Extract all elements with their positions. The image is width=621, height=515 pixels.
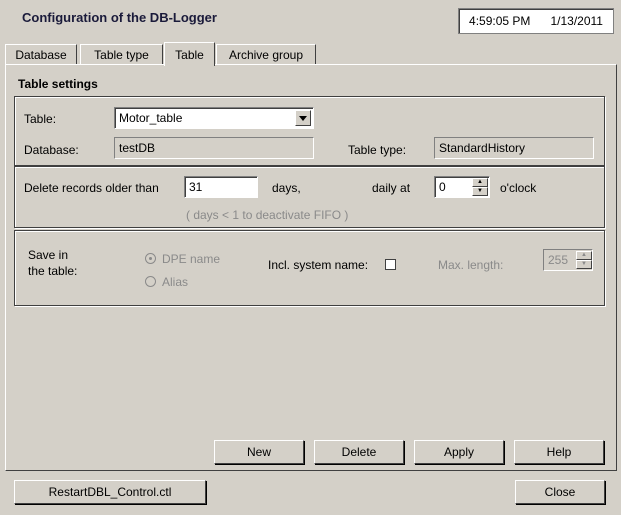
- dpe-name-radio[interactable]: [145, 253, 156, 264]
- fifo-hint: ( days < 1 to deactivate FIFO ): [186, 208, 349, 222]
- stepper-down-icon[interactable]: ▼: [472, 187, 488, 196]
- delete-older-label: Delete records older than: [24, 181, 159, 195]
- help-button[interactable]: Help: [514, 440, 604, 464]
- database-value: testDB: [114, 137, 314, 159]
- new-button[interactable]: New: [214, 440, 304, 464]
- tab-database[interactable]: Database: [5, 44, 77, 64]
- apply-button[interactable]: Apply: [414, 440, 504, 464]
- max-length-stepper[interactable]: ▲ ▼: [576, 251, 592, 269]
- tab-table[interactable]: Table: [164, 42, 215, 66]
- table-select-value: Motor_table: [119, 111, 183, 125]
- chevron-down-icon[interactable]: [295, 110, 311, 126]
- days-label: days,: [272, 181, 301, 195]
- stepper-up-icon[interactable]: ▲: [576, 251, 592, 260]
- hour-value: 0: [439, 180, 446, 194]
- days-input[interactable]: 31: [184, 176, 258, 198]
- close-button[interactable]: Close: [515, 480, 605, 504]
- group-title: Table settings: [18, 77, 98, 91]
- tab-database-label: Database: [15, 47, 67, 62]
- max-length-label: Max. length:: [438, 258, 504, 272]
- delete-button[interactable]: Delete: [314, 440, 404, 464]
- tab-table-label: Table: [175, 47, 204, 62]
- restart-button[interactable]: RestartDBL_Control.ctl: [14, 480, 206, 504]
- max-length-value: 255: [548, 253, 569, 267]
- tab-archive-group-label: Archive group: [228, 47, 304, 62]
- daily-at-label: daily at: [372, 181, 411, 195]
- tab-archive-group[interactable]: Archive group: [216, 44, 316, 64]
- stepper-up-icon[interactable]: ▲: [472, 178, 488, 187]
- stepper-down-icon[interactable]: ▼: [576, 260, 592, 269]
- hour-stepper[interactable]: ▲ ▼: [472, 178, 488, 196]
- clock-display: 4:59:05 PM 1/13/2011: [458, 8, 614, 34]
- database-label: Database:: [24, 143, 79, 157]
- table-label: Table:: [24, 112, 57, 126]
- tab-table-type[interactable]: Table type: [80, 44, 163, 64]
- alias-radio[interactable]: [145, 276, 156, 287]
- window-title: Configuration of the DB-Logger: [22, 10, 217, 25]
- table-type-label: Table type:: [348, 143, 407, 157]
- save-in-label: Save in: [28, 248, 69, 262]
- alias-label: Alias: [162, 275, 189, 289]
- clock-time: 4:59:05 PM: [469, 14, 531, 28]
- save-in-table-label: the table:: [28, 264, 78, 278]
- incl-system-label: Incl. system name:: [268, 258, 369, 272]
- tab-table-type-label: Table type: [94, 47, 149, 62]
- oclock-label: o'clock: [500, 181, 537, 195]
- clock-date: 1/13/2011: [550, 14, 603, 28]
- incl-system-checkbox[interactable]: [385, 259, 396, 270]
- table-select[interactable]: Motor_table: [114, 107, 314, 129]
- table-type-value: StandardHistory: [434, 137, 594, 159]
- dpe-name-label: DPE name: [162, 252, 221, 266]
